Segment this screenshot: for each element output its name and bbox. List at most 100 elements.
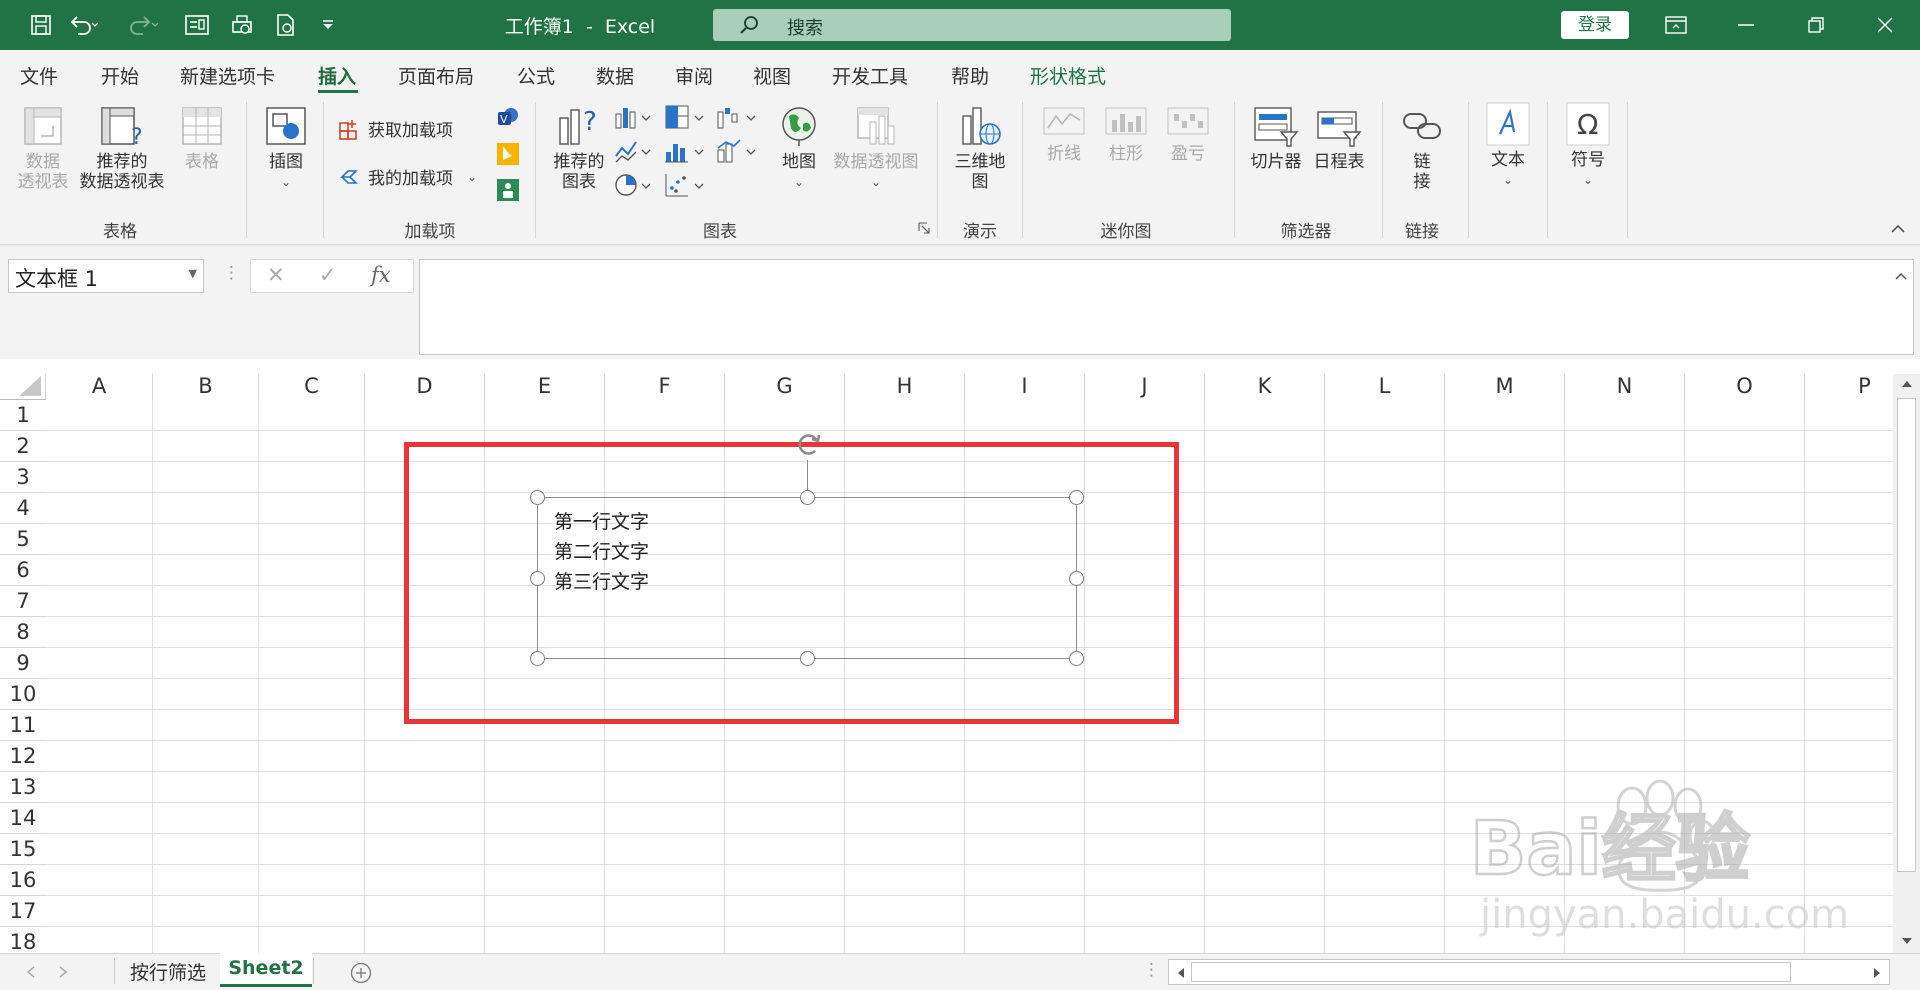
get-addins-button[interactable]: 获取加载项 (338, 116, 453, 141)
timeline-button[interactable]: 日程表 (1308, 104, 1370, 172)
waterfall-chart-icon[interactable] (716, 104, 758, 130)
text-box-line[interactable]: 第三行文字 (554, 567, 649, 594)
cancel-icon[interactable]: ✕ (267, 263, 285, 287)
row-header-16[interactable]: 16 (0, 865, 46, 896)
minimize-icon[interactable] (1723, 9, 1769, 41)
3d-map-button[interactable]: 三维地 图 (948, 104, 1012, 192)
row-header-1[interactable]: 1 (0, 400, 46, 431)
row-header-8[interactable]: 8 (0, 617, 46, 648)
tab-view[interactable]: 视图 (753, 62, 791, 89)
row-header-15[interactable]: 15 (0, 834, 46, 865)
tab-file[interactable]: 文件 (20, 62, 58, 89)
bing-maps-icon[interactable] (496, 142, 520, 166)
tab-page-layout[interactable]: 页面布局 (398, 62, 474, 89)
text-box-line[interactable]: 第二行文字 (554, 537, 649, 564)
prev-sheet-icon[interactable] (26, 966, 36, 978)
row-header-2[interactable]: 2 (0, 431, 46, 462)
tab-data[interactable]: 数据 (596, 62, 634, 89)
row-header-4[interactable]: 4 (0, 493, 46, 524)
column-chart-icon[interactable] (614, 104, 652, 130)
column-header-m[interactable]: M (1445, 374, 1565, 400)
column-header-o[interactable]: O (1685, 374, 1805, 400)
customize-qat-icon[interactable] (311, 9, 345, 41)
symbols-button[interactable]: Ω 符号 ⌄ (1560, 102, 1616, 190)
pivot-table-button[interactable]: 数据 透视表 (12, 104, 74, 192)
sheet-tab[interactable]: 按行筛选 (118, 954, 218, 988)
sparkline-winloss-button[interactable]: 盈亏 (1160, 104, 1216, 164)
more-icon[interactable]: ⋮ (1143, 960, 1160, 980)
tab-home[interactable]: 开始 (101, 62, 139, 89)
text-box-shape[interactable]: 第一行文字 第二行文字 第三行文字 (537, 497, 1077, 659)
sparkline-column-button[interactable]: 柱形 (1098, 104, 1154, 164)
text-box-line[interactable]: 第一行文字 (554, 507, 649, 534)
table-button[interactable]: 表格 (174, 104, 230, 172)
dialog-launcher-icon[interactable] (918, 222, 930, 234)
undo-icon[interactable] (66, 9, 100, 41)
resize-handle-ne[interactable] (1069, 490, 1084, 505)
scroll-left-icon[interactable] (1177, 967, 1185, 979)
horizontal-scrollbar[interactable] (1168, 959, 1890, 985)
row-header-18[interactable]: 18 (0, 927, 46, 953)
row-header-11[interactable]: 11 (0, 710, 46, 741)
tab-developer[interactable]: 开发工具 (832, 62, 908, 89)
tab-help[interactable]: 帮助 (951, 62, 989, 89)
select-all-button[interactable] (0, 374, 46, 400)
resize-handle-sw[interactable] (530, 651, 545, 666)
recommended-charts-button[interactable]: ? 推荐的 图表 (548, 104, 610, 192)
resize-handle-w[interactable] (530, 571, 545, 586)
row-header-6[interactable]: 6 (0, 555, 46, 586)
tab-review[interactable]: 审阅 (675, 62, 713, 89)
collapse-formula-bar-icon[interactable] (1895, 272, 1907, 280)
scrollbar-thumb[interactable] (1191, 962, 1791, 982)
vertical-scrollbar[interactable] (1893, 374, 1920, 953)
rotate-handle-icon[interactable] (792, 429, 824, 461)
column-header-d[interactable]: D (365, 374, 485, 400)
combo-chart-icon[interactable] (716, 138, 758, 164)
row-header-13[interactable]: 13 (0, 772, 46, 803)
add-sheet-icon[interactable] (350, 962, 372, 984)
column-header-j[interactable]: J (1085, 374, 1205, 400)
column-header-k[interactable]: K (1205, 374, 1325, 400)
column-header-e[interactable]: E (485, 374, 605, 400)
column-header-b[interactable]: B (153, 374, 259, 400)
row-header-10[interactable]: 10 (0, 679, 46, 710)
column-header-n[interactable]: N (1565, 374, 1685, 400)
text-button[interactable]: 文本 ⌄ (1480, 102, 1536, 190)
tab-formulas[interactable]: 公式 (517, 62, 555, 89)
print-icon[interactable] (268, 9, 302, 41)
my-addins-button[interactable]: 我的加载项 ⌄ (338, 164, 477, 189)
tab-insert[interactable]: 插入 (318, 62, 356, 89)
restore-icon[interactable] (1793, 9, 1839, 41)
pivot-chart-button[interactable]: 数据透视图 ⌄ (828, 104, 924, 192)
save-icon[interactable] (24, 9, 58, 41)
illustrations-button[interactable]: 插图 ⌄ (258, 104, 314, 192)
hierarchy-chart-icon[interactable] (664, 104, 706, 130)
scrollbar-thumb[interactable] (1897, 398, 1916, 872)
row-header-5[interactable]: 5 (0, 524, 46, 555)
name-box[interactable]: 文本框 1 ▼ (8, 259, 204, 293)
scroll-right-icon[interactable] (1873, 967, 1881, 979)
statistic-chart-icon[interactable] (664, 138, 706, 164)
map-chart-button[interactable]: 地图 ⌄ (774, 104, 824, 192)
column-header-a[interactable]: A (46, 374, 153, 400)
column-header-h[interactable]: H (845, 374, 965, 400)
slicer-button[interactable]: 切片器 (1244, 104, 1308, 172)
recommended-pivot-button[interactable]: ? 推荐的 数据透视表 (76, 104, 168, 192)
resize-handle-n[interactable] (800, 490, 815, 505)
formula-input[interactable] (419, 259, 1914, 355)
people-graph-icon[interactable] (496, 178, 520, 202)
tab-shape-format[interactable]: 形状格式 (1030, 62, 1106, 89)
insert-function-button[interactable]: fx (371, 263, 391, 287)
row-header-12[interactable]: 12 (0, 741, 46, 772)
search-input[interactable]: 搜索 (713, 9, 1231, 41)
column-header-c[interactable]: C (259, 374, 365, 400)
row-header-17[interactable]: 17 (0, 896, 46, 927)
tab-new-tab[interactable]: 新建选项卡 (180, 62, 275, 89)
collapse-ribbon-icon[interactable] (1891, 224, 1905, 234)
row-header-3[interactable]: 3 (0, 462, 46, 493)
resize-handle-e[interactable] (1069, 571, 1084, 586)
ribbon-display-options-icon[interactable] (1653, 9, 1699, 41)
pie-chart-icon[interactable] (614, 172, 652, 198)
sheet-tab-active[interactable]: Sheet2 (220, 953, 312, 987)
link-button[interactable]: 链 接 (1394, 104, 1450, 192)
